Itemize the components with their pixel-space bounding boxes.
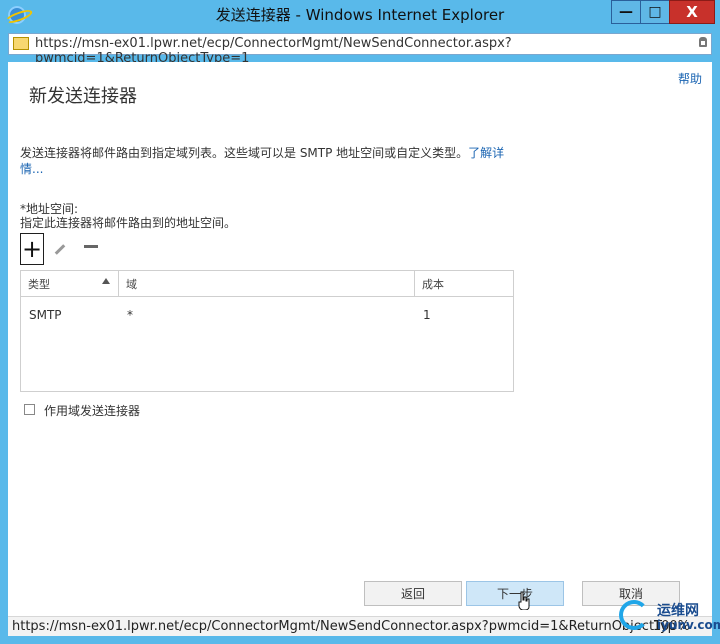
- maximize-icon: □: [648, 4, 662, 20]
- close-icon: X: [686, 3, 698, 21]
- description: 发送连接器将邮件路由到指定域列表。这些域可以是 SMTP 地址空间或自定义类型。…: [20, 145, 510, 177]
- ie-window: 发送连接器 - Windows Internet Explorer — □ X …: [0, 0, 720, 644]
- address-bar[interactable]: https://msn-ex01.lpwr.net/ecp/ConnectorM…: [8, 33, 712, 66]
- minimize-icon: —: [619, 4, 633, 20]
- header-type[interactable]: 类型: [21, 271, 119, 296]
- maximize-button[interactable]: □: [640, 0, 670, 24]
- lock-icon: [699, 37, 707, 47]
- watermark: 运维网 iyunv.com: [619, 600, 720, 638]
- scoped-connector-checkbox[interactable]: [24, 404, 35, 415]
- hand-cursor-icon: [518, 591, 530, 610]
- cell-cost[interactable]: 1: [423, 308, 431, 322]
- back-button[interactable]: 返回: [364, 581, 462, 606]
- address-space-grid: 类型 域 成本 SMTP * 1: [20, 270, 514, 392]
- header-domain[interactable]: 域: [119, 271, 415, 296]
- watermark-logo-icon: [619, 600, 649, 630]
- grid-header-divider: [21, 296, 513, 297]
- status-url: https://msn-ex01.lpwr.net/ecp/ConnectorM…: [12, 619, 676, 634]
- header-domain-label: 域: [126, 278, 137, 291]
- grid-toolbar: +: [20, 233, 115, 267]
- page-title: 新发送连接器: [29, 86, 137, 107]
- header-cost-label: 成本: [422, 278, 444, 291]
- page-icon: [13, 37, 29, 50]
- header-type-label: 类型: [28, 278, 50, 291]
- scoped-connector-label[interactable]: 作用域发送连接器: [44, 402, 140, 419]
- dialog-content: 帮助 新发送连接器 发送连接器将邮件路由到指定域列表。这些域可以是 SMTP 地…: [8, 62, 712, 616]
- address-space-hint: 指定此连接器将邮件路由到的地址空间。: [20, 216, 237, 230]
- minimize-button[interactable]: —: [611, 0, 641, 24]
- description-text: 发送连接器将邮件路由到指定域列表。这些域可以是 SMTP 地址空间或自定义类型。: [20, 146, 469, 160]
- watermark-line1: 运维网: [657, 603, 699, 619]
- sort-ascending-icon: [102, 278, 110, 284]
- watermark-line2: iyunv.com: [657, 618, 720, 632]
- pencil-icon[interactable]: [52, 241, 68, 257]
- cell-domain[interactable]: *: [127, 308, 133, 322]
- add-button[interactable]: +: [20, 233, 44, 265]
- close-button[interactable]: X: [669, 0, 715, 24]
- help-link[interactable]: 帮助: [678, 70, 702, 87]
- cell-type[interactable]: SMTP: [29, 308, 62, 322]
- header-cost[interactable]: 成本: [415, 271, 513, 296]
- title-bar: 发送连接器 - Windows Internet Explorer — □ X: [0, 0, 720, 30]
- status-bar: https://msn-ex01.lpwr.net/ecp/ConnectorM…: [8, 616, 712, 636]
- minus-icon[interactable]: [84, 245, 98, 248]
